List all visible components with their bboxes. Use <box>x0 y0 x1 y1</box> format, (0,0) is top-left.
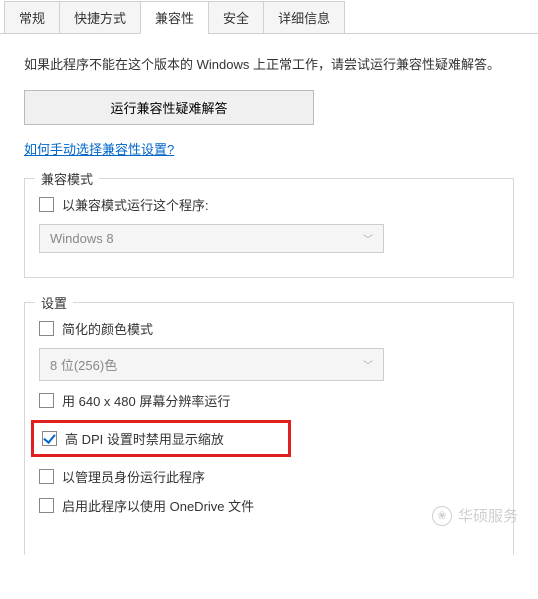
disable-dpi-checkbox[interactable] <box>42 431 57 446</box>
run-admin-checkbox[interactable] <box>39 469 54 484</box>
manual-settings-link[interactable]: 如何手动选择兼容性设置? <box>24 139 174 158</box>
settings-title: 设置 <box>35 293 73 312</box>
highlight-box: 高 DPI 设置时禁用显示缩放 <box>31 420 291 457</box>
wechat-icon: ❀ <box>432 506 452 526</box>
tab-general[interactable]: 常规 <box>4 1 60 34</box>
tab-compatibility[interactable]: 兼容性 <box>140 1 209 34</box>
compat-mode-checkbox[interactable] <box>39 197 54 212</box>
chevron-down-icon: ﹀ <box>363 231 373 246</box>
res-640-checkbox[interactable] <box>39 393 54 408</box>
disable-dpi-label: 高 DPI 设置时禁用显示缩放 <box>65 429 224 448</box>
tab-shortcut[interactable]: 快捷方式 <box>59 1 141 34</box>
tab-security[interactable]: 安全 <box>208 1 264 34</box>
tab-details[interactable]: 详细信息 <box>263 1 345 34</box>
compat-os-select[interactable]: Windows 8 ﹀ <box>39 224 384 253</box>
compat-os-value: Windows 8 <box>50 231 114 246</box>
compat-mode-label: 以兼容模式运行这个程序: <box>62 195 209 214</box>
compat-mode-group: 兼容模式 以兼容模式运行这个程序: Windows 8 ﹀ <box>24 178 514 278</box>
onedrive-label: 启用此程序以使用 OneDrive 文件 <box>62 496 254 515</box>
intro-text: 如果此程序不能在这个版本的 Windows 上正常工作，请尝试运行兼容性疑难解答… <box>24 54 514 76</box>
compat-mode-title: 兼容模式 <box>35 169 99 188</box>
color-depth-value: 8 位(256)色 <box>50 355 117 374</box>
chevron-down-icon: ﹀ <box>363 357 373 372</box>
run-troubleshooter-button[interactable]: 运行兼容性疑难解答 <box>24 90 314 125</box>
tab-strip: 常规 快捷方式 兼容性 安全 详细信息 <box>0 0 538 34</box>
reduced-color-checkbox[interactable] <box>39 321 54 336</box>
run-admin-label: 以管理员身份运行此程序 <box>62 467 205 486</box>
watermark-text: 华硕服务 <box>458 505 518 526</box>
res-640-label: 用 640 x 480 屏幕分辨率运行 <box>62 391 230 410</box>
color-depth-select[interactable]: 8 位(256)色 ﹀ <box>39 348 384 381</box>
onedrive-checkbox[interactable] <box>39 498 54 513</box>
reduced-color-label: 简化的颜色模式 <box>62 319 153 338</box>
watermark: ❀ 华硕服务 <box>432 505 518 526</box>
